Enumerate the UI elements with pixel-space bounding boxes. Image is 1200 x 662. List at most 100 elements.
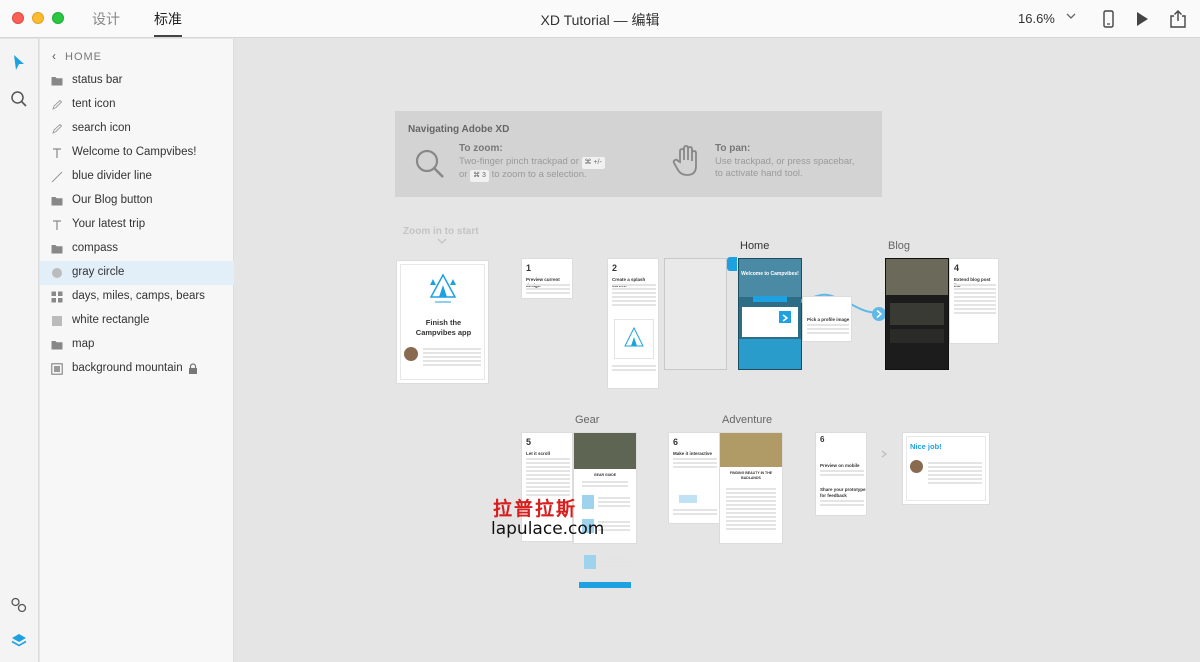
zoom-in-hint: Zoom in to start — [403, 226, 479, 237]
home-artboard[interactable]: Welcome to Campvibes! — [738, 258, 802, 370]
step-number: 1 — [526, 263, 532, 273]
canvas[interactable]: Navigating Adobe XD To zoom: Two-finger … — [235, 39, 1200, 662]
blog-post-image — [890, 303, 944, 325]
layer-label: Welcome to Campvibes! — [72, 146, 197, 158]
artboard-label-adventure[interactable]: Adventure — [722, 414, 772, 426]
zoom-level[interactable]: 16.6% — [1018, 11, 1055, 26]
layer-item[interactable]: blue divider line — [40, 165, 234, 189]
circle-icon — [52, 268, 62, 278]
title-bar: 设计 标准 XD Tutorial — 编辑 16.6% — [0, 0, 1200, 38]
step-number: 4 — [954, 263, 960, 273]
folder-icon — [51, 197, 63, 206]
pan-help-line2: to activate hand tool. — [715, 168, 803, 179]
step-card-1[interactable]: 1 Preview current design — [521, 258, 573, 299]
layers-back-home[interactable]: ‹ HOME — [52, 49, 102, 63]
zoom-help-text2: to zoom to a selection. — [491, 169, 587, 180]
nav-help-title: Navigating Adobe XD — [408, 124, 510, 135]
chevron-down-icon[interactable] — [1066, 11, 1076, 23]
blog-artboard[interactable] — [885, 258, 949, 370]
magnifier-icon — [415, 149, 444, 178]
gear-body — [598, 497, 630, 509]
folder-icon — [51, 245, 63, 254]
layers-home-label: HOME — [65, 51, 102, 63]
blog-button — [753, 296, 787, 302]
nice-job-card[interactable]: Nice job! — [902, 432, 990, 505]
pen-icon — [52, 123, 63, 134]
navigation-help-box: Navigating Adobe XD To zoom: Two-finger … — [395, 111, 882, 197]
zoom-shortcut-key: ⌘ +/- — [581, 157, 605, 169]
assets-icon[interactable] — [9, 595, 29, 615]
layer-item[interactable]: tent icon — [40, 93, 234, 117]
select-tool-icon[interactable] — [9, 53, 29, 73]
adventure-artboard[interactable]: FINDING BEAUTY IN THE BADLANDS — [719, 432, 783, 544]
step-number: 6 — [820, 435, 825, 444]
text-icon — [53, 148, 61, 158]
pan-help-line1: Use trackpad, or press spacebar, — [715, 156, 855, 167]
layers-panel: ‹ HOME status bar tent icon search icon W… — [40, 39, 234, 662]
artboard-label-gear[interactable]: Gear — [575, 414, 599, 426]
step-heading: Make it interactive — [673, 451, 713, 456]
step-card-6[interactable]: 6 Make it interactive — [668, 432, 720, 524]
next-arrow-icon — [779, 311, 791, 323]
connector-arrow-icon[interactable] — [872, 307, 886, 321]
step-card-7[interactable]: 6 Preview on mobile Share your prototype… — [815, 432, 867, 516]
step-card-3[interactable]: Pick a profile image — [802, 296, 852, 342]
layer-label: status bar — [72, 74, 123, 86]
layer-item[interactable]: Our Blog button — [40, 189, 234, 213]
layer-item[interactable]: search icon — [40, 117, 234, 141]
intro-title-line1: Finish the — [425, 318, 462, 327]
interaction-preview — [679, 495, 697, 503]
chevron-left-icon: ‹ — [52, 49, 57, 63]
layer-label: compass — [72, 242, 119, 254]
map-area — [739, 339, 801, 369]
zoom-selection-key: ⌘ 3 — [470, 170, 489, 182]
rectangle-icon — [52, 316, 62, 326]
blog-post-image — [890, 329, 944, 343]
step-card-2[interactable]: 2 Create a splash screen — [607, 258, 659, 389]
splash-preview — [614, 319, 654, 359]
line-icon — [51, 171, 63, 183]
artboard-label-blog[interactable]: Blog — [888, 240, 910, 252]
layer-item[interactable]: Your latest trip — [40, 213, 234, 237]
artboard-label-home[interactable]: Home — [740, 240, 769, 252]
adventure-title: FINDING BEAUTY IN THE BADLANDS — [729, 471, 773, 480]
pan-help: To pan: Use trackpad, or press spacebar,… — [715, 143, 854, 180]
layer-item[interactable]: map — [40, 333, 234, 357]
tent-icon — [624, 326, 644, 347]
intro-title-line2: Campvibes app — [415, 328, 472, 337]
intro-card-body — [423, 348, 481, 368]
intro-card[interactable]: Finish the Campvibes app — [396, 260, 489, 384]
layer-label: days, miles, camps, bears — [72, 290, 205, 302]
folder-icon — [51, 77, 63, 86]
gear-body — [601, 557, 631, 569]
layer-item[interactable]: Welcome to Campvibes! — [40, 141, 234, 165]
search-icon[interactable] — [9, 89, 29, 109]
avatar — [910, 460, 923, 473]
tool-strip — [0, 39, 39, 662]
step-body — [526, 458, 570, 498]
avatar — [404, 347, 418, 361]
zoom-help-heading: To zoom: — [459, 143, 503, 154]
step-card-4[interactable]: 4 Extend blog post list — [949, 258, 999, 344]
layer-item[interactable]: background mountain — [40, 357, 234, 381]
layer-item[interactable]: days, miles, camps, bears — [40, 285, 234, 309]
layer-label: Your latest trip — [72, 218, 146, 230]
layers-icon[interactable] — [9, 631, 29, 651]
chevron-down-icon — [437, 237, 447, 248]
lock-icon[interactable] — [188, 363, 198, 375]
pen-icon — [52, 99, 63, 110]
empty-artboard[interactable] — [664, 258, 727, 370]
gear-item-image — [584, 555, 596, 569]
layer-item[interactable]: status bar — [40, 69, 234, 93]
tent-icon — [429, 273, 457, 303]
step-body — [673, 458, 717, 470]
device-preview-icon[interactable] — [1098, 9, 1118, 29]
layer-label: white rectangle — [72, 314, 150, 326]
layer-item[interactable]: compass — [40, 237, 234, 261]
layer-item-selected[interactable]: gray circle — [40, 261, 234, 285]
layer-label: Our Blog button — [72, 194, 153, 206]
play-icon[interactable] — [1132, 9, 1152, 29]
gear-header-image — [574, 433, 636, 469]
layer-item[interactable]: white rectangle — [40, 309, 234, 333]
share-icon[interactable] — [1168, 9, 1188, 29]
